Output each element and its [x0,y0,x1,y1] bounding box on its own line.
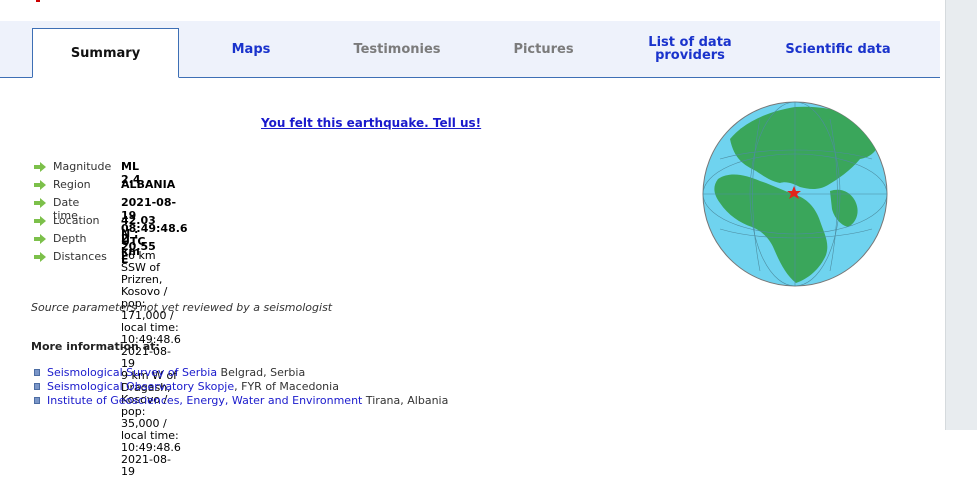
tab-testimonies-label: Testimonies [353,41,441,57]
source-note: Source parameters not yet reviewed by a … [31,301,333,314]
tab-summary-label: Summary [70,45,141,61]
agency-link[interactable]: Institute of Geosciences, Energy, Water … [47,394,362,407]
green-arrow-icon [34,162,46,172]
tab-data-providers[interactable]: List of data providers [636,21,744,77]
param-label: Distances [53,250,107,263]
more-info-heading: More information at: [31,340,160,353]
agency-link[interactable]: Seismological Observatory Skopje [47,380,234,393]
agency-place: Belgrad, Serbia [217,366,306,379]
param-label: Region [53,178,91,191]
green-arrow-icon [34,198,46,208]
tab-scientific-data[interactable]: Scientific data [776,21,900,77]
epicenter-globe-map[interactable] [700,99,890,289]
param-label: Magnitude [53,160,112,173]
tab-data-providers-label: List of data providers [648,35,732,63]
tab-bar: Summary Maps Testimonies Pictures List o… [0,21,940,78]
green-arrow-icon [34,234,46,244]
top-marker [36,0,40,2]
green-arrow-icon [34,216,46,226]
agency-place: Tirana, Albania [362,394,449,407]
felt-report-link[interactable]: You felt this earthquake. Tell us! [261,116,481,130]
tab-maps-label: Maps [231,41,271,57]
square-bullet-icon [34,369,40,376]
distances-value: 26 km SSW of Prizren, Kosovo / pop: 171,… [121,250,181,478]
square-bullet-icon [34,383,40,390]
agency-place: , FYR of Macedonia [234,380,339,393]
scrollbar-track[interactable] [945,0,977,430]
tab-summary[interactable]: Summary [32,28,179,78]
tab-pictures-label: Pictures [513,41,574,57]
square-bullet-icon [34,397,40,404]
tab-testimonies: Testimonies [330,21,464,77]
param-value: ALBANIA [121,178,176,191]
green-arrow-icon [34,180,46,190]
agency-link[interactable]: Seismological Survey of Serbia [47,366,217,379]
param-label: Location [53,214,100,227]
tab-pictures: Pictures [486,21,601,77]
tab-scientific-data-label: Scientific data [785,41,891,57]
tab-maps[interactable]: Maps [195,21,307,77]
green-arrow-icon [34,252,46,262]
param-label: Depth [53,232,87,245]
